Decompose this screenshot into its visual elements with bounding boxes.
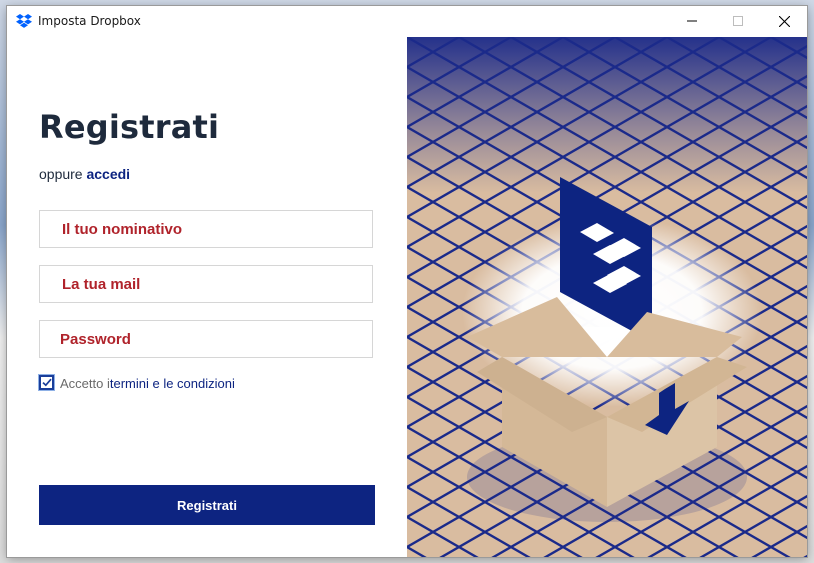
box-illustration [407, 37, 807, 557]
checkmark-icon [41, 375, 52, 390]
close-icon [778, 15, 790, 27]
terms-row: Accetto i termini e le condizioni [39, 375, 235, 391]
login-alternative: oppure accedi [39, 166, 130, 182]
terms-link[interactable]: termini e le condizioni [110, 376, 235, 391]
name-input[interactable] [40, 211, 372, 247]
window-controls [669, 6, 807, 36]
window-title: Imposta Dropbox [38, 14, 141, 28]
maximize-button[interactable] [715, 6, 761, 36]
minimize-button[interactable] [669, 6, 715, 36]
login-link[interactable]: accedi [86, 166, 130, 182]
close-button[interactable] [761, 6, 807, 36]
dropbox-logo-icon [16, 14, 32, 28]
password-field[interactable] [39, 320, 373, 358]
page-title: Registrati [39, 108, 220, 146]
login-alternative-prefix: oppure [39, 166, 87, 182]
email-input[interactable] [40, 266, 372, 302]
terms-prefix: Accetto i [60, 376, 110, 391]
app-window: Imposta Dropbox Registrati oppure accedi… [7, 6, 807, 557]
register-button[interactable]: Registrati [39, 485, 375, 525]
title-bar[interactable]: Imposta Dropbox [7, 6, 807, 36]
password-input[interactable] [40, 321, 372, 357]
signup-form: Registrati oppure accedi Accetto i termi… [7, 36, 407, 557]
minimize-icon [687, 16, 697, 26]
terms-checkbox[interactable] [39, 375, 54, 390]
email-field[interactable] [39, 265, 373, 303]
maximize-icon [733, 16, 743, 26]
name-field[interactable] [39, 210, 373, 248]
